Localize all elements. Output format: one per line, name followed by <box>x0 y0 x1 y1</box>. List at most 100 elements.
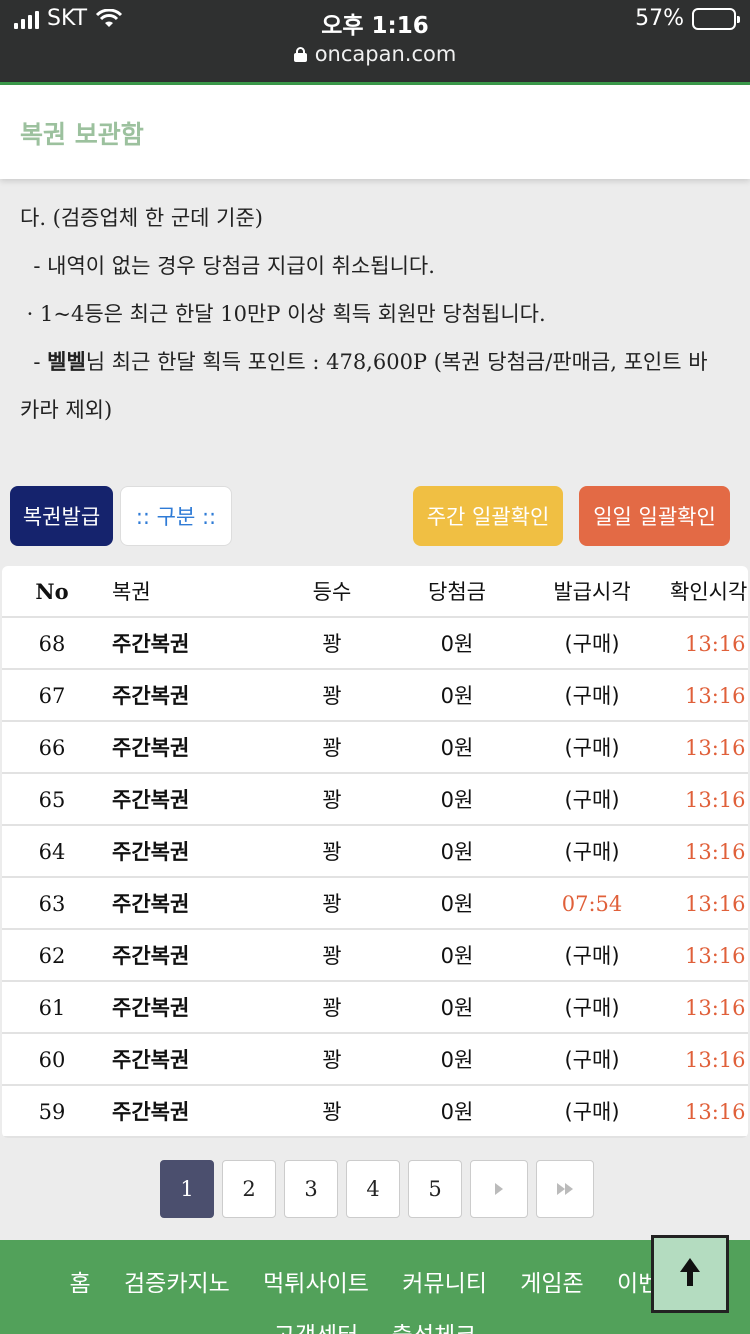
cell-name: 주간복권 <box>112 840 190 864</box>
cell-issued: (구매) <box>564 632 620 656</box>
cell-prize: 0원 <box>440 1048 474 1072</box>
cell-no: 62 <box>38 944 66 968</box>
footer-link-scam-sites[interactable]: 먹튀사이트 <box>263 1271 369 1297</box>
page-button-5[interactable]: 5 <box>408 1160 462 1218</box>
header-prize: 당첨금 <box>428 580 486 604</box>
cell-rank: 꽝 <box>322 684 342 708</box>
cell-prize: 0원 <box>440 684 474 708</box>
url-text: oncapan.com <box>314 42 457 66</box>
cell-prize: 0원 <box>440 632 474 656</box>
lottery-table: No 복권 등수 당첨금 발급시각 확인시각 68 주간복권 꽝 0원 (구매) 13:1… <box>2 566 748 1138</box>
status-bar: SKT 오후 1:16 57% oncapan.com <box>0 0 750 82</box>
table-row: 60 주간복권 꽝 0원 (구매) 13:16 <box>2 1034 748 1086</box>
daily-confirm-button[interactable]: 일일 일괄확인 <box>579 486 730 546</box>
footer-link-game-zone[interactable]: 게임존 <box>520 1271 583 1297</box>
next-page-button[interactable] <box>470 1160 528 1218</box>
cell-name: 주간복권 <box>112 892 190 916</box>
battery: 57% <box>635 6 740 31</box>
cell-no: 67 <box>38 684 66 708</box>
cell-name: 주간복권 <box>112 1100 190 1124</box>
cell-issued: (구매) <box>564 684 620 708</box>
cell-name: 주간복권 <box>112 632 190 656</box>
arrow-up-icon <box>674 1258 706 1290</box>
cell-issued: 07:54 <box>561 892 623 916</box>
notice-line: - 벨벨님 최근 한달 획득 포인트 : 478,600P (복권 당첨금/판매… <box>20 338 732 386</box>
cell-confirmed: 13:16 <box>685 1048 746 1072</box>
scroll-top-button[interactable] <box>651 1235 729 1313</box>
notice-prefix: - <box>20 350 48 374</box>
footer-nav: 홈 검증카지노 먹튀사이트 커뮤니티 게임존 이벤트 <box>0 1264 750 1298</box>
cell-confirmed: 13:16 <box>685 944 746 968</box>
table-header: No 복권 등수 당첨금 발급시각 확인시각 <box>2 566 748 618</box>
cell-rank: 꽝 <box>322 632 342 656</box>
cell-no: 60 <box>38 1048 66 1072</box>
table-row: 63 주간복권 꽝 0원 07:54 13:16 <box>2 878 748 930</box>
category-select[interactable]: :: 구분 :: <box>120 486 232 546</box>
cell-prize: 0원 <box>440 892 474 916</box>
page-header: 복권 보관함 <box>0 85 750 179</box>
notice-line: 다. (검증업체 한 군데 기준) <box>20 206 263 230</box>
table-row: 66 주간복권 꽝 0원 (구매) 13:16 <box>2 722 748 774</box>
cell-no: 65 <box>38 788 66 812</box>
footer-link-community[interactable]: 커뮤니티 <box>402 1271 487 1297</box>
cell-no: 64 <box>38 840 66 864</box>
cell-no: 61 <box>38 996 66 1020</box>
cell-issued: (구매) <box>564 788 620 812</box>
issue-lottery-button[interactable]: 복권발급 <box>10 486 113 546</box>
cell-issued: (구매) <box>564 944 620 968</box>
notice-points: 님 최근 한달 획득 포인트 : 478,600P (복권 당첨금/판매금, 포… <box>85 350 708 374</box>
cell-prize: 0원 <box>440 1100 474 1124</box>
cell-rank: 꽝 <box>322 1048 342 1072</box>
cell-name: 주간복권 <box>112 944 190 968</box>
table-row: 68 주간복권 꽝 0원 (구매) 13:16 <box>2 618 748 670</box>
cell-issued: (구매) <box>564 840 620 864</box>
cell-rank: 꽝 <box>322 1100 342 1124</box>
weekly-confirm-button[interactable]: 주간 일괄확인 <box>413 486 563 546</box>
cell-issued: (구매) <box>564 1048 620 1072</box>
cell-name: 주간복권 <box>112 1048 190 1072</box>
page-title: 복권 보관함 <box>20 120 144 149</box>
footer-link-attendance[interactable]: 출석체크 <box>392 1323 477 1334</box>
header-confirmed: 확인시각 <box>670 580 748 604</box>
address-bar[interactable]: oncapan.com <box>0 42 750 66</box>
notice-line: 카라 제외) <box>20 398 113 422</box>
cell-confirmed: 13:16 <box>685 788 746 812</box>
cell-rank: 꽝 <box>322 736 342 760</box>
cell-no: 66 <box>38 736 66 760</box>
table-row: 65 주간복권 꽝 0원 (구매) 13:16 <box>2 774 748 826</box>
cell-prize: 0원 <box>440 840 474 864</box>
cell-no: 68 <box>38 632 66 656</box>
page-button-4[interactable]: 4 <box>346 1160 400 1218</box>
notice-text: 다. (검증업체 한 군데 기준) - 내역이 없는 경우 당첨금 지급이 취소… <box>20 194 732 434</box>
cell-name: 주간복권 <box>112 684 190 708</box>
cell-issued: (구매) <box>564 1100 620 1124</box>
cell-confirmed: 13:16 <box>685 996 746 1020</box>
page-button-1[interactable]: 1 <box>160 1160 214 1218</box>
battery-percent: 57% <box>635 6 684 31</box>
double-chevron-right-icon-part <box>565 1183 573 1195</box>
table-row: 67 주간복권 꽝 0원 (구매) 13:16 <box>2 670 748 722</box>
header-name: 복권 <box>112 580 151 604</box>
page-button-2[interactable]: 2 <box>222 1160 276 1218</box>
battery-icon <box>692 7 740 30</box>
cell-no: 59 <box>38 1100 66 1124</box>
last-page-button[interactable] <box>536 1160 594 1218</box>
cell-prize: 0원 <box>440 736 474 760</box>
double-chevron-right-icon <box>557 1183 565 1195</box>
page-button-3[interactable]: 3 <box>284 1160 338 1218</box>
cell-prize: 0원 <box>440 944 474 968</box>
cell-issued: (구매) <box>564 996 620 1020</box>
cell-confirmed: 13:16 <box>685 840 746 864</box>
cell-prize: 0원 <box>440 788 474 812</box>
cell-rank: 꽝 <box>322 788 342 812</box>
cell-name: 주간복권 <box>112 996 190 1020</box>
cell-name: 주간복권 <box>112 736 190 760</box>
footer-link-casino[interactable]: 검증카지노 <box>124 1271 230 1297</box>
chevron-right-icon <box>495 1183 503 1195</box>
cell-rank: 꽝 <box>322 944 342 968</box>
cell-confirmed: 13:16 <box>685 892 746 916</box>
footer-link-support[interactable]: 고객센터 <box>274 1323 359 1334</box>
footer-link-home[interactable]: 홈 <box>70 1271 91 1297</box>
footer: 홈 검증카지노 먹튀사이트 커뮤니티 게임존 이벤트 고객센터 출석체크 <box>0 1240 750 1334</box>
cell-rank: 꽝 <box>322 996 342 1020</box>
